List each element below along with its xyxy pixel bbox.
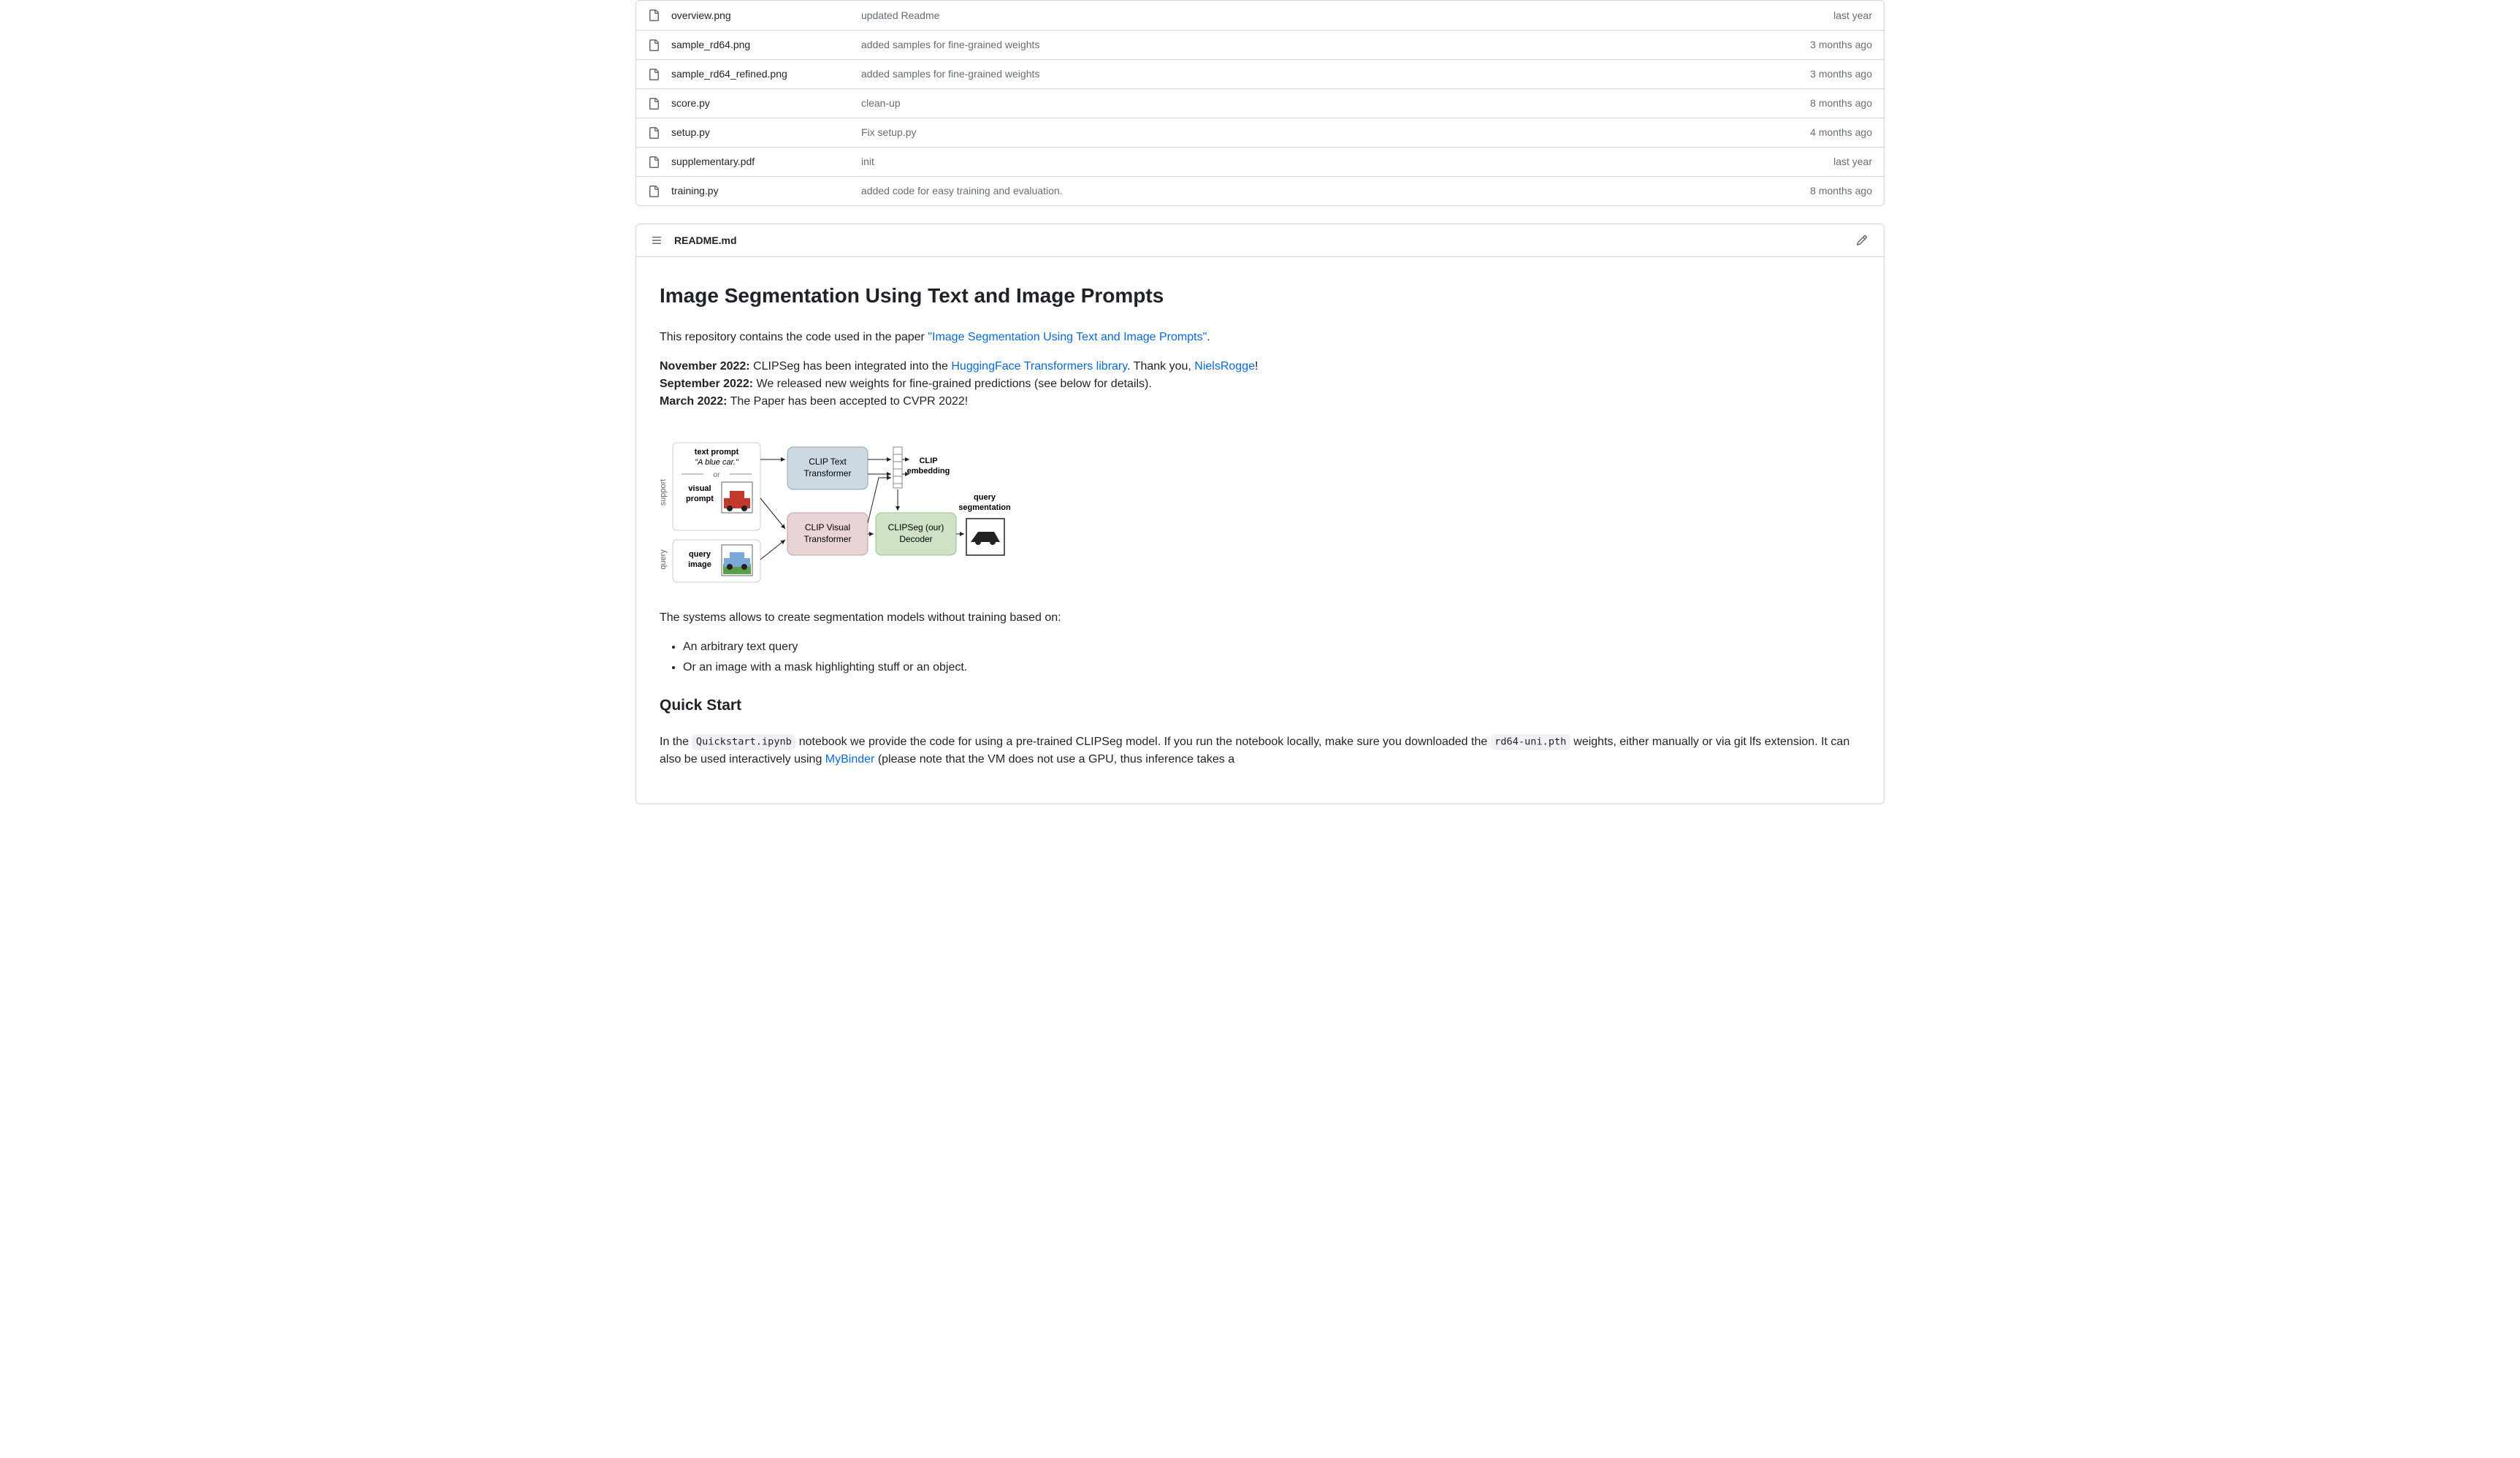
- file-commit-link[interactable]: added samples for fine-grained weights: [861, 66, 1810, 82]
- file-icon: [648, 69, 660, 80]
- quickstart-h2: Quick Start: [660, 694, 1860, 722]
- huggingface-link[interactable]: HuggingFace Transformers library: [951, 360, 1127, 373]
- svg-text:CLIP Text: CLIP Text: [809, 457, 847, 467]
- svg-text:image: image: [688, 560, 711, 569]
- news-nov-before: CLIPSeg has been integrated into the: [750, 360, 952, 373]
- news-mar-bold: March 2022:: [660, 395, 728, 408]
- news-nov-after: !: [1255, 360, 1258, 373]
- news-nov-mid: . Thank you,: [1127, 360, 1194, 373]
- file-commit-link[interactable]: Fix setup.py: [861, 125, 1810, 140]
- paper-link[interactable]: "Image Segmentation Using Text and Image…: [928, 331, 1207, 343]
- file-commit-link[interactable]: init: [861, 154, 1833, 169]
- file-row: setup.py Fix setup.py 4 months ago: [636, 118, 1884, 147]
- edit-icon[interactable]: [1852, 230, 1872, 251]
- file-commit-link[interactable]: updated Readme: [861, 8, 1833, 23]
- file-time: last year: [1833, 154, 1872, 169]
- svg-text:CLIP: CLIP: [919, 457, 937, 465]
- news-sep-text: We released new weights for fine-grained…: [753, 378, 1152, 390]
- news-sep-bold: September 2022:: [660, 378, 753, 390]
- file-name-link[interactable]: overview.png: [671, 8, 861, 23]
- diag-support-label: support: [660, 479, 668, 506]
- diag-visual-prompt-1: visual: [688, 484, 711, 493]
- diag-visual-prompt-2: prompt: [686, 495, 714, 503]
- qs-code: Quickstart.ipynb: [692, 734, 795, 749]
- file-name-link[interactable]: sample_rd64_refined.png: [671, 66, 861, 82]
- file-name-link[interactable]: score.py: [671, 96, 861, 111]
- file-icon: [648, 156, 660, 168]
- desc-text: The systems allows to create segmentatio…: [660, 609, 1860, 627]
- intro-text: This repository contains the code used i…: [660, 331, 928, 343]
- quickstart-paragraph: In the Quickstart.ipynb notebook we prov…: [660, 733, 1860, 768]
- file-icon: [648, 98, 660, 110]
- svg-text:CLIP Visual: CLIP Visual: [805, 522, 850, 533]
- svg-text:query: query: [974, 493, 996, 502]
- file-icon: [648, 127, 660, 139]
- file-name-link[interactable]: training.py: [671, 183, 861, 199]
- intro-paragraph: This repository contains the code used i…: [660, 329, 1860, 346]
- news-paragraph: November 2022: CLIPSeg has been integrat…: [660, 358, 1860, 411]
- feature-list: An arbitrary text query Or an image with…: [660, 638, 1860, 676]
- toc-icon[interactable]: [648, 232, 665, 249]
- news-nov-bold: November 2022:: [660, 360, 750, 373]
- file-time: 8 months ago: [1810, 183, 1872, 199]
- svg-text:Transformer: Transformer: [804, 534, 852, 544]
- readme-h1: Image Segmentation Using Text and Image …: [660, 280, 1860, 317]
- qs-text: (please note that the VM does not use a …: [874, 753, 1234, 766]
- qs-text: notebook we provide the code for using a…: [795, 736, 1490, 748]
- diag-text-example: "A blue car.": [695, 458, 739, 467]
- file-row: score.py clean-up 8 months ago: [636, 88, 1884, 118]
- readme-header: README.md: [636, 224, 1884, 257]
- file-commit-link[interactable]: clean-up: [861, 96, 1810, 111]
- intro-after: .: [1207, 331, 1210, 343]
- file-row: sample_rd64.png added samples for fine-g…: [636, 30, 1884, 59]
- file-list: overview.png updated Readme last year sa…: [635, 0, 1885, 206]
- file-row: sample_rd64_refined.png added samples fo…: [636, 59, 1884, 88]
- diag-text-prompt: text prompt: [695, 448, 739, 457]
- readme-body: Image Segmentation Using Text and Image …: [636, 257, 1884, 804]
- file-time: 3 months ago: [1810, 37, 1872, 53]
- mybinder-link[interactable]: MyBinder: [825, 753, 875, 766]
- file-icon: [648, 186, 660, 197]
- file-name-link[interactable]: supplementary.pdf: [671, 154, 861, 169]
- diag-query-label: query: [660, 549, 668, 570]
- file-time: 8 months ago: [1810, 96, 1872, 111]
- file-name-link[interactable]: sample_rd64.png: [671, 37, 861, 53]
- file-row: supplementary.pdf init last year: [636, 147, 1884, 176]
- svg-text:Decoder: Decoder: [899, 534, 932, 544]
- svg-text:Transformer: Transformer: [804, 468, 852, 478]
- file-icon: [648, 9, 660, 21]
- svg-text:embedding: embedding: [907, 467, 950, 476]
- svg-text:CLIPSeg (our): CLIPSeg (our): [888, 522, 944, 533]
- architecture-diagram: support query text prompt "A blue car." …: [660, 434, 1069, 587]
- file-time: 3 months ago: [1810, 66, 1872, 82]
- file-commit-link[interactable]: added samples for fine-grained weights: [861, 37, 1810, 53]
- readme-filename[interactable]: README.md: [674, 233, 1852, 248]
- file-time: last year: [1833, 8, 1872, 23]
- svg-text:segmentation: segmentation: [958, 503, 1011, 512]
- file-row: overview.png updated Readme last year: [636, 1, 1884, 30]
- news-mar-text: The Paper has been accepted to CVPR 2022…: [728, 395, 969, 408]
- diag-or: or: [714, 471, 721, 479]
- feature-item: Or an image with a mask highlighting stu…: [683, 659, 1860, 676]
- qs-code: rd64-uni.pth: [1491, 734, 1570, 749]
- readme-box: README.md Image Segmentation Using Text …: [635, 224, 1885, 804]
- feature-item: An arbitrary text query: [683, 638, 1860, 656]
- file-commit-link[interactable]: added code for easy training and evaluat…: [861, 183, 1810, 199]
- file-name-link[interactable]: setup.py: [671, 125, 861, 140]
- nielsrogge-link[interactable]: NielsRogge: [1194, 360, 1255, 373]
- qs-text: In the: [660, 736, 692, 748]
- file-time: 4 months ago: [1810, 125, 1872, 140]
- file-row: training.py added code for easy training…: [636, 176, 1884, 205]
- file-icon: [648, 39, 660, 51]
- svg-text:query: query: [689, 550, 711, 559]
